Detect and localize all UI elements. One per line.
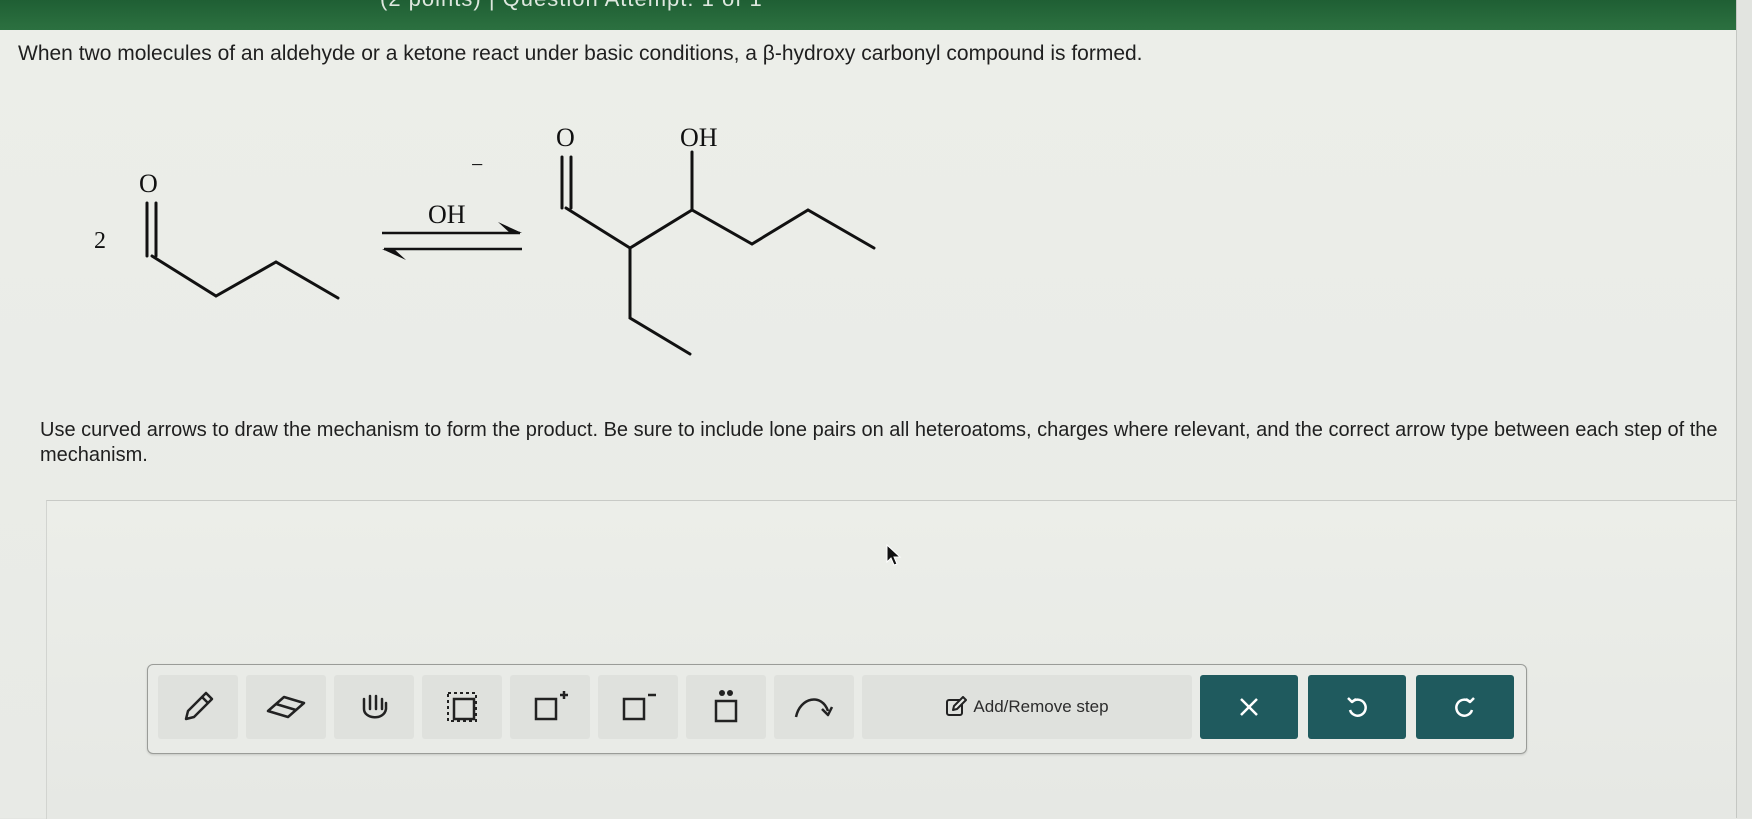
- undo-button[interactable]: [1308, 675, 1406, 739]
- coefficient: 2: [94, 228, 106, 254]
- clear-button[interactable]: [1200, 675, 1298, 739]
- product-ethyl-branch: [628, 246, 692, 356]
- close-icon: [1240, 698, 1258, 716]
- positive-charge-tool[interactable]: [510, 675, 590, 739]
- eraser-icon: [266, 695, 306, 719]
- reactant-chain: [150, 254, 340, 300]
- redo-button[interactable]: [1416, 675, 1514, 739]
- box-lone-pair-icon: [714, 690, 738, 723]
- hand-icon: [362, 694, 388, 719]
- pencil-icon: [184, 691, 214, 721]
- drawing-toolbar: Add/Remove step: [147, 664, 1527, 754]
- redo-icon: [1455, 697, 1475, 717]
- reagent-label: OH: [428, 200, 466, 229]
- forward-arrowhead: [498, 222, 522, 233]
- pencil-tool[interactable]: [158, 675, 238, 739]
- select-tool[interactable]: [422, 675, 502, 739]
- dashed-box-icon: [447, 692, 477, 722]
- reverse-arrowhead: [382, 249, 406, 260]
- product-main-chain: [564, 206, 876, 250]
- undo-icon: [1347, 697, 1367, 717]
- box-minus-icon: [622, 693, 656, 721]
- edit-icon: [946, 696, 968, 716]
- curved-arrow-icon: [794, 698, 834, 718]
- drawing-canvas[interactable]: [46, 500, 1737, 819]
- product-hydroxyl: OH: [680, 123, 718, 152]
- reagent-charge: −: [471, 152, 483, 177]
- add-remove-step-button[interactable]: Add/Remove step: [862, 675, 1192, 739]
- negative-charge-tool[interactable]: [598, 675, 678, 739]
- hand-tool[interactable]: [334, 675, 414, 739]
- reactant-oxygen: O: [139, 169, 158, 198]
- reaction-scheme: 2 O OH − O OH: [94, 123, 876, 356]
- add-remove-step-label: Add/Remove step: [973, 697, 1109, 716]
- product-oxygen: O: [556, 123, 575, 152]
- mouse-cursor-icon: [886, 543, 902, 566]
- header-text: (2 points) | Question Attempt: 1 of 1: [380, 0, 763, 12]
- curved-arrow-tool[interactable]: [774, 675, 854, 739]
- box-plus-icon: [534, 691, 568, 721]
- lone-pair-tool[interactable]: [686, 675, 766, 739]
- equilibrium-arrows: [382, 231, 522, 251]
- scrollbar-edge: [1736, 0, 1752, 818]
- instruction-text: Use curved arrows to draw the mechanism …: [40, 419, 1718, 466]
- question-intro: When two molecules of an aldehyde or a k…: [18, 42, 1143, 65]
- eraser-tool[interactable]: [246, 675, 326, 739]
